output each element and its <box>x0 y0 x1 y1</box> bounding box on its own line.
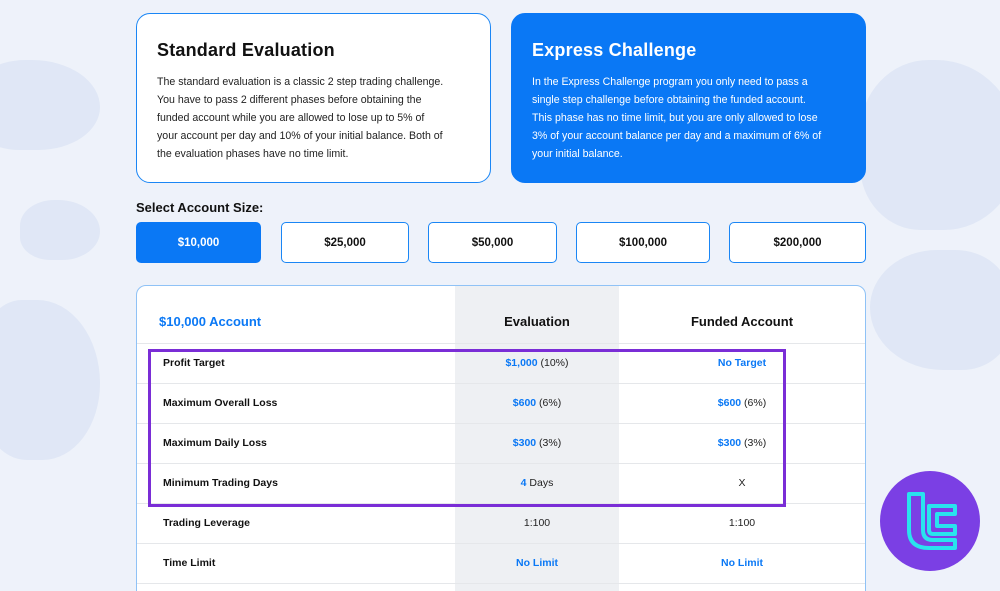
map-background-shape <box>0 60 100 150</box>
map-background-shape <box>20 200 100 260</box>
table-header: $10,000 Account Evaluation Funded Accoun… <box>137 286 865 344</box>
table-row: Time Limit No Limit No Limit <box>137 544 865 584</box>
map-background-shape <box>0 300 100 460</box>
value-main: $600 <box>512 397 537 409</box>
desc-line: You have to pass 2 different phases befo… <box>157 94 422 106</box>
value-note: 1:100 <box>728 517 756 529</box>
funded-value: $300 (3%) <box>647 437 837 449</box>
value-main: $1,000 <box>505 357 538 369</box>
value-note: (6%) <box>741 397 767 409</box>
map-background-shape <box>870 250 1000 370</box>
value-note: (3%) <box>536 437 562 449</box>
value-main: $600 <box>717 397 742 409</box>
value-note: 1:100 <box>523 517 551 529</box>
row-label: Time Limit <box>163 557 216 569</box>
value-note: Days <box>526 477 554 489</box>
standard-evaluation-card[interactable]: Standard Evaluation The standard evaluat… <box>136 13 491 183</box>
row-label: Minimum Trading Days <box>163 477 278 489</box>
funded-value: $600 (6%) <box>647 397 837 409</box>
table-row: Profit Target $1,000 (10%) No Target <box>137 344 865 384</box>
evaluation-value: $600 (6%) <box>455 397 619 409</box>
funded-value: No Target <box>647 357 837 369</box>
evaluation-value: 1:100 <box>455 517 619 529</box>
account-title: $10,000 Account <box>159 314 262 329</box>
account-rules-table: $10,000 Account Evaluation Funded Accoun… <box>136 285 866 591</box>
row-label: Trading Leverage <box>163 517 250 529</box>
value-note: (6%) <box>536 397 562 409</box>
account-size-25000-button[interactable]: $25,000 <box>281 222 409 263</box>
express-challenge-description: In the Express Challenge program you onl… <box>532 73 845 163</box>
row-label: Profit Target <box>163 357 225 369</box>
desc-line: 3% of your account balance per day and a… <box>532 130 822 142</box>
table-row: Maximum Overall Loss $600 (6%) $600 (6%) <box>137 384 865 424</box>
evaluation-value: $1,000 (10%) <box>455 357 619 369</box>
funded-value: X <box>647 477 837 489</box>
table-row: Maximum Daily Loss $300 (3%) $300 (3%) <box>137 424 865 464</box>
value-note: X <box>738 477 746 489</box>
desc-line: single step challenge before obtaining t… <box>532 94 806 106</box>
desc-line: In the Express Challenge program you onl… <box>532 76 808 88</box>
account-size-10000-button[interactable]: $10,000 <box>136 222 261 263</box>
express-challenge-title: Express Challenge <box>532 40 697 60</box>
standard-evaluation-title: Standard Evaluation <box>157 40 335 60</box>
evaluation-value: 4 Days <box>455 477 619 489</box>
desc-line: The standard evaluation is a classic 2 s… <box>157 76 444 88</box>
account-size-100000-button[interactable]: $100,000 <box>576 222 710 263</box>
funded-column-header: Funded Account <box>690 314 794 329</box>
value-main: $300 <box>717 437 742 449</box>
evaluation-value: $300 (3%) <box>455 437 619 449</box>
funded-value: 1:100 <box>647 517 837 529</box>
evaluation-column-header: Evaluation <box>504 314 570 329</box>
table-row: Trading Leverage 1:100 1:100 <box>137 504 865 544</box>
account-size-50000-button[interactable]: $50,000 <box>428 222 557 263</box>
value-main: No Limit <box>516 557 558 569</box>
funded-value: No Limit <box>647 557 837 569</box>
desc-line: the evaluation phases have no time limit… <box>157 148 349 160</box>
value-main: No Target <box>717 357 767 369</box>
desc-line: funded account while you are allowed to … <box>157 112 425 124</box>
desc-line: your initial balance. <box>532 148 623 160</box>
row-label: Maximum Overall Loss <box>163 397 278 409</box>
standard-evaluation-description: The standard evaluation is a classic 2 s… <box>157 73 470 163</box>
tradingfinder-logo-icon <box>880 471 980 571</box>
evaluation-value: No Limit <box>455 557 619 569</box>
value-main: No Limit <box>721 557 763 569</box>
account-size-200000-button[interactable]: $200,000 <box>729 222 866 263</box>
logo-mark-icon <box>907 492 957 550</box>
row-label: Maximum Daily Loss <box>163 437 267 449</box>
map-background-shape <box>860 60 1000 230</box>
value-note: (3%) <box>741 437 767 449</box>
desc-line: This phase has no time limit, but you ar… <box>532 112 818 124</box>
table-row: Minimum Trading Days 4 Days X <box>137 464 865 504</box>
desc-line: your account per day and 10% of your ini… <box>157 130 443 142</box>
value-main: $300 <box>512 437 537 449</box>
express-challenge-card[interactable]: Express Challenge In the Express Challen… <box>511 13 866 183</box>
select-account-size-label: Select Account Size: <box>136 200 264 215</box>
value-note: (10%) <box>537 357 569 369</box>
